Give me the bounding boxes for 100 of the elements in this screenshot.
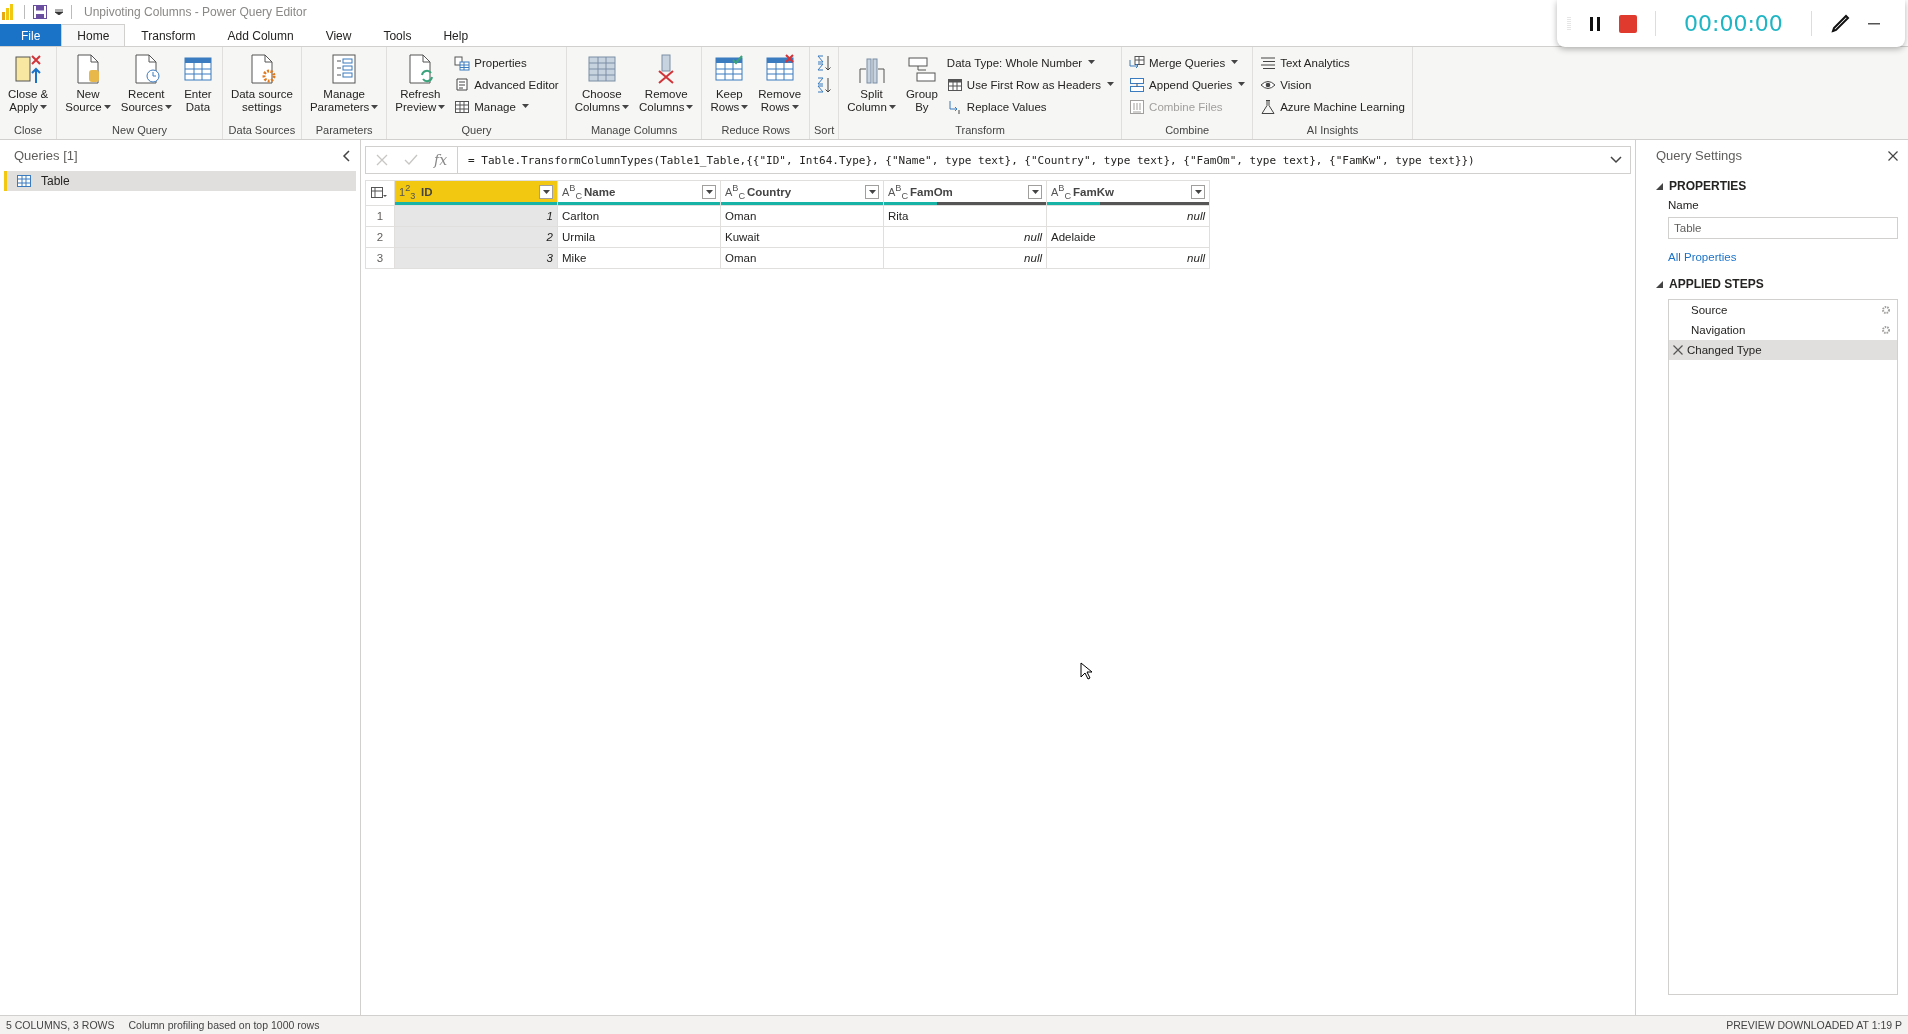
ribbon-button[interactable]: Remove Rows [754, 51, 806, 124]
ribbon-tab[interactable]: View [309, 24, 368, 46]
field-label: Name [1668, 199, 1700, 211]
column-header[interactable]: 1$^{2}$$_{3}$ ID [395, 181, 557, 202]
ribbon-button[interactable]: Merge Queries [1126, 53, 1249, 73]
ribbon-button[interactable]: Append Queries [1126, 75, 1249, 95]
power-bi-logo-icon [2, 4, 16, 20]
expand-chevron-icon[interactable] [1610, 156, 1622, 164]
ribbon-tab[interactable]: Tools [367, 24, 428, 46]
ribbon-button[interactable]: Manage Parameters [305, 51, 383, 124]
stop-icon[interactable] [1619, 14, 1637, 33]
ribbon-button[interactable]: Advanced Editor [451, 75, 562, 95]
all-properties-link[interactable]: All Properties [1668, 251, 1908, 263]
table-cell: Kuwait [720, 226, 884, 248]
row-number: 3 [365, 247, 395, 269]
filter-dropdown[interactable] [539, 184, 553, 199]
ribbon-tab[interactable]: Transform [125, 24, 212, 46]
ribbon-button[interactable]: New Source [61, 51, 115, 124]
panel-title: Queries [1] [14, 148, 78, 163]
combine-icon [1129, 99, 1146, 115]
applied-step[interactable]: Source [1669, 300, 1897, 320]
table-cell: Oman [720, 247, 884, 269]
ribbon-button[interactable]: Group By [901, 51, 942, 124]
group-label: Query [460, 124, 493, 138]
filter-dropdown[interactable] [1028, 184, 1042, 199]
window-title: Unpivoting Columns - Power Query Editor [84, 5, 307, 19]
table-menu-icon[interactable] [371, 187, 387, 199]
ribbon-button[interactable]: Azure Machine Learning [1257, 97, 1408, 117]
ribbon-button[interactable]: Data Type: Whole Number [943, 53, 1118, 73]
panel-title: Query Settings [1656, 148, 1742, 163]
ribbon-tab[interactable]: Home [61, 24, 126, 46]
group-label: New Query [111, 124, 169, 138]
ribbon-tab[interactable]: Add Column [211, 24, 310, 46]
sort-ascending-icon[interactable] [816, 55, 833, 71]
table-icon [454, 99, 471, 115]
ribbon-button[interactable]: Vision [1257, 75, 1408, 95]
ribbon-button[interactable]: Data source settings [226, 51, 297, 124]
query-item[interactable]: Table [4, 171, 356, 191]
minimize-icon[interactable] [1867, 22, 1880, 25]
delete-icon[interactable] [1673, 345, 1683, 355]
group-label: Transform [954, 124, 1006, 138]
group-label: Close [13, 124, 44, 138]
ribbon-button[interactable]: Manage [451, 97, 562, 117]
file-menu-tab[interactable]: File [0, 24, 62, 46]
dropdown-caret-icon[interactable] [55, 9, 63, 15]
caret-icon [705, 189, 713, 194]
table-cell: Urmila [557, 226, 721, 248]
gear-icon[interactable] [1881, 325, 1891, 335]
table-cell: Rita [883, 205, 1047, 227]
table-cell: Oman [720, 205, 884, 227]
group-label: AI Insights [1305, 124, 1360, 138]
row-number: 1 [365, 205, 395, 227]
applied-step[interactable]: Changed Type [1669, 340, 1897, 360]
ribbon-button[interactable]: Choose Columns [570, 51, 634, 124]
collapse-chevron-icon[interactable] [342, 149, 350, 162]
group-label: Sort [814, 124, 835, 138]
close-icon[interactable] [1888, 150, 1898, 161]
table-icon [585, 53, 618, 85]
collapse-triangle-icon[interactable] [1656, 182, 1663, 190]
applied-step[interactable]: Navigation [1669, 320, 1897, 340]
table-cell: Carlton [557, 205, 721, 227]
name-field[interactable]: Table [1668, 217, 1898, 239]
filter-dropdown[interactable] [865, 184, 879, 199]
gear-icon[interactable] [1881, 305, 1891, 315]
merge-icon [1129, 55, 1146, 71]
ribbon-button[interactable]: Close & Apply [4, 51, 53, 124]
group-label: Parameters [314, 124, 374, 138]
group-label: Reduce Rows [720, 124, 791, 138]
ribbon-button[interactable]: Text Analytics [1257, 53, 1408, 73]
ribbon-button[interactable]: Keep Rows [706, 51, 753, 124]
filter-dropdown[interactable] [702, 184, 716, 199]
table-icon [946, 77, 963, 93]
ribbon-button[interactable]: Replace Values [943, 97, 1118, 117]
scroll-icon [454, 77, 471, 93]
group-label: Data Sources [227, 124, 297, 138]
pen-icon[interactable] [1829, 13, 1850, 34]
filter-dropdown[interactable] [1191, 184, 1205, 199]
ribbon-button[interactable]: Use First Row as Headers [943, 75, 1118, 95]
pause-icon[interactable] [1589, 15, 1601, 32]
status-text: PREVIEW DOWNLOADED AT 1:19 P [1726, 1019, 1902, 1031]
caret-icon [1031, 189, 1039, 194]
ribbon-button[interactable]: Enter Data [177, 51, 218, 124]
collapse-triangle-icon[interactable] [1656, 280, 1663, 288]
ribbon-button[interactable]: Split Column [843, 51, 900, 124]
flask-icon [1260, 99, 1277, 115]
save-icon[interactable] [33, 5, 47, 19]
ribbon-button[interactable]: Recent Sources [116, 51, 176, 124]
recording-timer: 00:00:00 [1655, 11, 1812, 36]
ribbon-button[interactable]: Refresh Preview [391, 51, 450, 124]
ribbon-tab[interactable]: Help [427, 24, 485, 46]
ribbon-button[interactable]: Remove Columns [635, 51, 698, 124]
sort-descending-icon[interactable] [816, 77, 833, 93]
table-cell: null [883, 247, 1047, 269]
group-label: Combine [1164, 124, 1211, 138]
table-cell: Mike [557, 247, 721, 269]
formula-field[interactable]: = Table.TransformColumnTypes(Table1_Table,{{"ID", Int64.Type}, {"Name", type text}, {"Country", type text}, {"FamOm", type text}, {"FamKw", type text}}) [458, 147, 1602, 173]
fx-button[interactable]: fx [434, 152, 448, 168]
ribbon-button[interactable]: Properties [451, 53, 562, 73]
replace-icon [946, 99, 963, 115]
check-icon[interactable] [404, 154, 418, 166]
